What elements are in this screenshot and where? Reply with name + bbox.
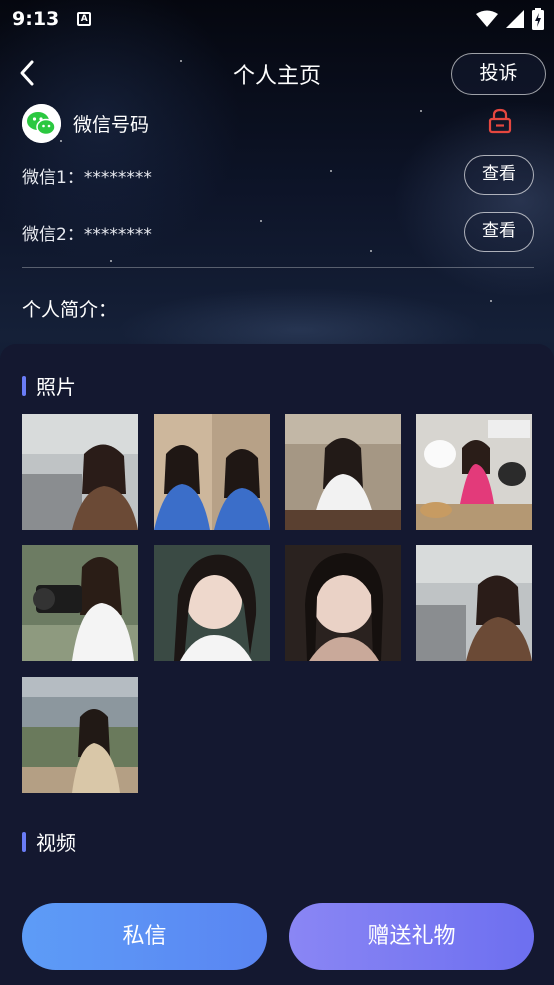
photo-3[interactable]: [285, 414, 401, 530]
photo-8[interactable]: [416, 545, 532, 661]
photo-4[interactable]: [416, 414, 532, 530]
view-wechat-2-button[interactable]: 查看: [464, 212, 534, 252]
battery-icon: [532, 8, 544, 30]
wechat-id-2: 微信2：********: [22, 225, 152, 245]
lock-icon: [488, 108, 512, 134]
wechat-label: 微信号码: [73, 114, 150, 136]
nav-bar: 个人主页 投诉: [0, 44, 554, 102]
view-wechat-1-button[interactable]: 查看: [464, 155, 534, 195]
photos-section-title: 照片: [22, 371, 76, 400]
wechat-id-1: 微信1：********: [22, 168, 152, 188]
intro-label: 个人简介：: [22, 299, 118, 321]
photo-7[interactable]: [285, 545, 401, 661]
status-bar: 9:13 A: [0, 0, 554, 38]
notification-icon: A: [77, 12, 92, 26]
status-time: 9:13: [12, 8, 60, 30]
wechat-header: 微信号码: [22, 102, 534, 143]
divider: [22, 267, 534, 268]
wifi-icon: [476, 10, 498, 27]
section-accent-bar: [22, 831, 26, 852]
wechat-icon: [22, 104, 61, 143]
photo-5[interactable]: [22, 545, 138, 661]
wechat-line-2: 微信2：******** 查看: [22, 212, 534, 252]
photo-2[interactable]: [154, 414, 270, 530]
photo-6[interactable]: [154, 545, 270, 661]
section-accent-bar: [22, 375, 26, 396]
wechat-line-1: 微信1：******** 查看: [22, 155, 534, 195]
videos-section-title: 视频: [22, 827, 76, 856]
photo-9[interactable]: [22, 677, 138, 793]
videos-title: 视频: [36, 831, 76, 855]
report-button[interactable]: 投诉: [451, 53, 546, 95]
photo-1[interactable]: [22, 414, 138, 530]
send-gift-button[interactable]: 赠送礼物: [289, 903, 534, 970]
signal-icon: [506, 10, 524, 28]
private-message-button[interactable]: 私信: [22, 903, 267, 970]
status-icons: [476, 8, 544, 30]
photos-title: 照片: [36, 375, 76, 399]
